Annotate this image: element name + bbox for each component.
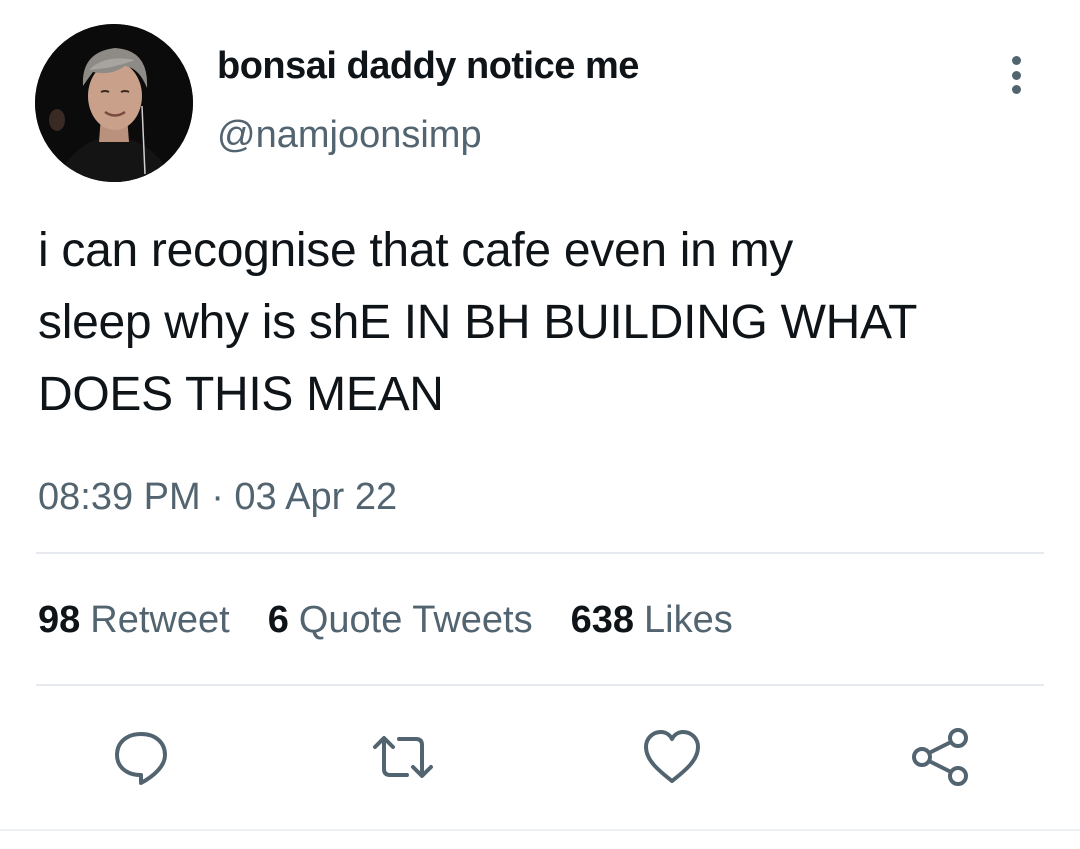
retweet-stat[interactable]: 98 Retweet bbox=[38, 599, 230, 642]
retweet-label: Retweet bbox=[90, 599, 230, 641]
divider bbox=[36, 684, 1044, 686]
quote-tweets-label: Quote Tweets bbox=[298, 599, 533, 641]
tweet-timestamp[interactable]: 08:39 PM · 03 Apr 22 bbox=[38, 476, 397, 519]
share-button[interactable] bbox=[908, 725, 972, 789]
likes-count: 638 bbox=[570, 599, 635, 641]
quote-tweets-count: 6 bbox=[267, 599, 289, 641]
engagement-stats: 98 Retweet 6 Quote Tweets 638 Likes bbox=[38, 599, 771, 642]
retweet-count: 98 bbox=[38, 599, 81, 641]
bottom-border bbox=[0, 829, 1080, 831]
avatar[interactable] bbox=[35, 24, 193, 182]
share-icon bbox=[912, 728, 968, 786]
like-button[interactable] bbox=[640, 725, 704, 789]
retweet-icon bbox=[373, 736, 433, 778]
likes-stat[interactable]: 638 Likes bbox=[571, 599, 733, 642]
retweet-button[interactable] bbox=[371, 725, 435, 789]
likes-label: Likes bbox=[644, 599, 733, 641]
reply-icon bbox=[115, 732, 167, 785]
divider bbox=[36, 552, 1044, 554]
tweet-text: i can recognise that cafe even in my sle… bbox=[38, 224, 918, 421]
reply-button[interactable] bbox=[109, 725, 173, 789]
more-options-button[interactable] bbox=[996, 50, 1036, 100]
more-dot-icon bbox=[1011, 56, 1021, 65]
avatar-image bbox=[35, 24, 193, 182]
more-dot-icon bbox=[1011, 85, 1021, 94]
display-name[interactable]: bonsai daddy notice me bbox=[217, 45, 639, 88]
quote-tweets-stat[interactable]: 6 Quote Tweets bbox=[268, 599, 533, 642]
more-dot-icon bbox=[1011, 70, 1021, 80]
heart-icon bbox=[644, 730, 700, 783]
user-handle[interactable]: @namjoonsimp bbox=[217, 114, 482, 157]
